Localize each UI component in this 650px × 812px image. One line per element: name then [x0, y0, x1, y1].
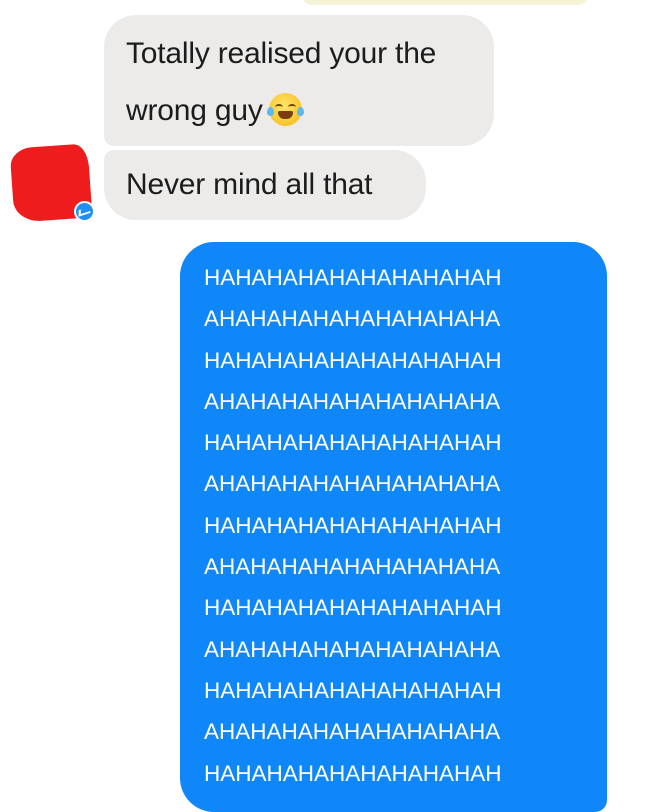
messenger-badge-icon: [74, 201, 95, 222]
laughing-crying-emoji-icon: [266, 93, 304, 126]
message-text-line: HAHAHAHAHAHAHAHAHAH: [204, 347, 502, 373]
incoming-message-bubble[interactable]: Totally realised your the wrong guy: [104, 15, 494, 146]
message-text-line: HAHAHAHAHAHAHAHAHAH: [204, 430, 502, 456]
message-text-line: AHAHAHAHAHAHAHAHAHA: [204, 471, 501, 497]
message-text-line: HAHAHAHAHAHAHAHAHAH: [204, 512, 502, 538]
chat-thread: Totally realised your the wrong guy Neve…: [0, 0, 650, 812]
message-text-line: HAHAHAHAHAHAHAHAHAH: [204, 265, 502, 290]
previous-message-bubble[interactable]: [300, 0, 590, 5]
message-text: wrong guy: [126, 94, 263, 127]
message-text-line: HAHAHAHAHAHAHAHAHAH: [204, 595, 502, 621]
incoming-message-bubble[interactable]: Never mind all that: [104, 150, 426, 220]
message-text-line: Totally realised your the: [126, 37, 437, 70]
message-text-line: HAHAHAHAHAHAHAHAHAH: [204, 677, 502, 703]
contact-avatar[interactable]: [9, 143, 95, 226]
message-text-line: AHAHAHAHAHAHAHAHAHA: [204, 554, 501, 580]
outgoing-message-bubble[interactable]: HAHAHAHAHAHAHAHAHAH AHAHAHAHAHAHAHAHAHA …: [180, 242, 607, 812]
message-text-line: wrong guy: [126, 82, 474, 139]
message-text-line: AHAHAHAHAHAHAHAHAHA: [204, 306, 501, 332]
message-text-line: AHAHAHAHAHAHAHAHAHA: [204, 636, 501, 662]
message-text-line: HAHAHAHAHAHAHAHAHAH: [204, 760, 502, 786]
message-text: Never mind all that: [126, 168, 373, 201]
message-text-line: AHAHAHAHAHAHAHAHAHA: [204, 388, 501, 414]
message-text-line: AHAHAHAHAHAHAHAHAHA: [204, 719, 501, 745]
